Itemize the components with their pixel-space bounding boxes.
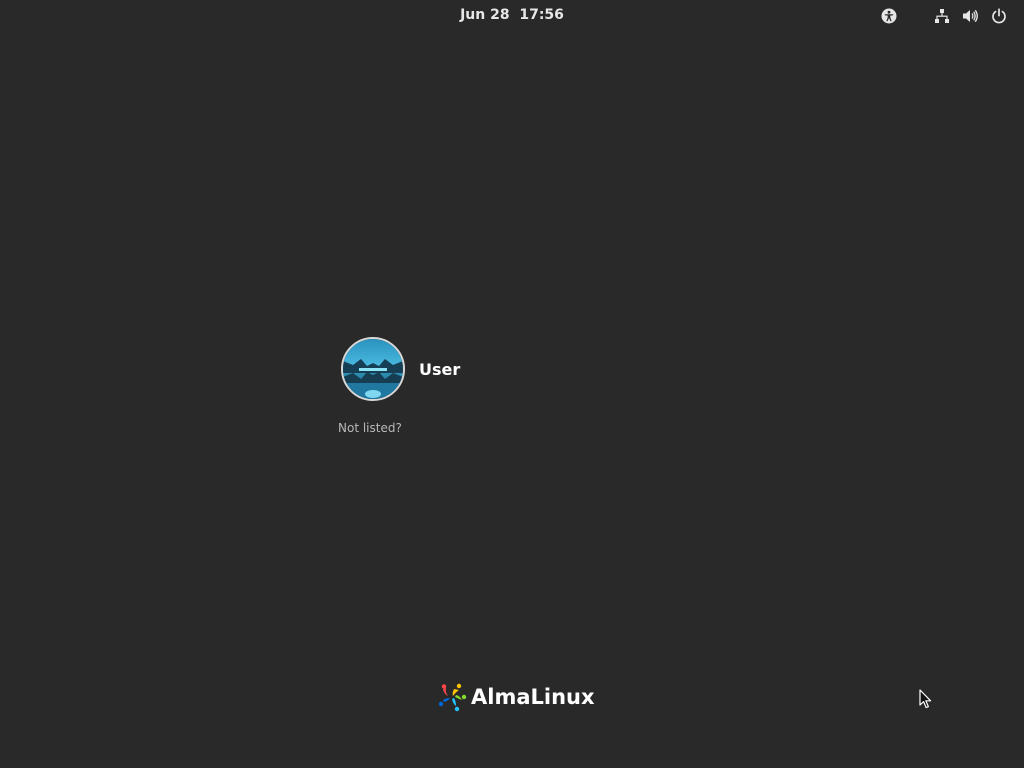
login-screen: Jun 28 17:56 User Not listed? AlmaLinux [0, 0, 1024, 768]
top-bar: Jun 28 17:56 [0, 0, 1024, 32]
not-listed-link[interactable]: Not listed? [338, 421, 402, 435]
date-time-display[interactable]: Jun 28 17:56 [460, 7, 564, 23]
avatar-icon [341, 337, 405, 401]
power-icon[interactable] [991, 8, 1007, 24]
accessibility-icon[interactable] [881, 8, 897, 24]
network-wired-icon[interactable] [934, 8, 950, 24]
brand-logo: AlmaLinux [437, 681, 595, 713]
user-name-label: User [419, 359, 461, 379]
user-list-item[interactable]: User [341, 337, 460, 401]
mouse-pointer-icon [919, 689, 933, 709]
almalinux-logo-icon [438, 683, 467, 712]
volume-icon[interactable] [962, 8, 978, 24]
brand-name: AlmaLinux [471, 685, 595, 709]
